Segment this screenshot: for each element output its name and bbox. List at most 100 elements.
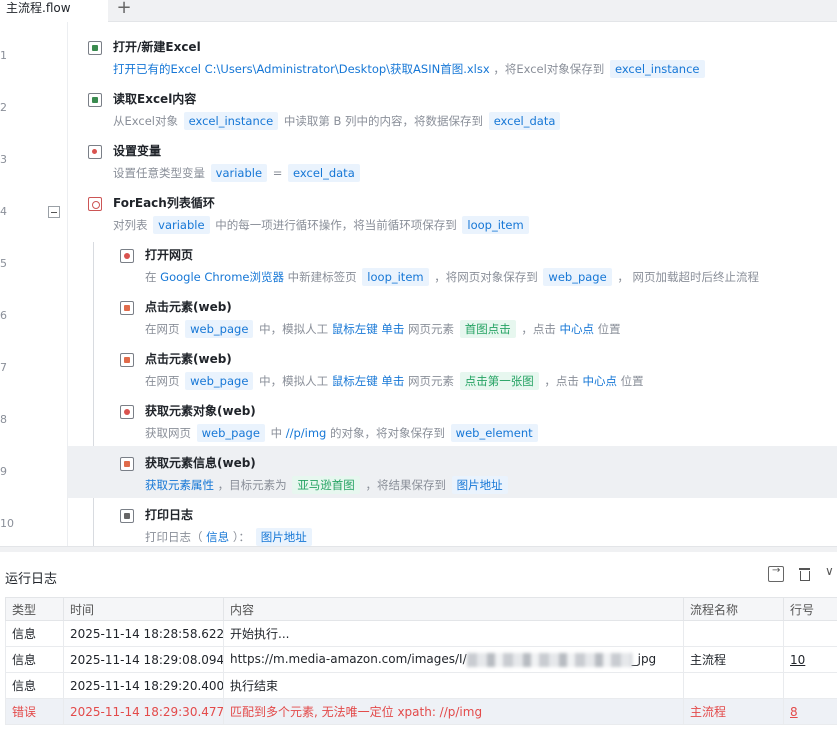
column-header[interactable]: 行号 bbox=[783, 597, 837, 621]
log-time: 2025-11-14 18:29:08.094 bbox=[63, 646, 224, 673]
log-header-row: 类型 时间 内容 流程名称 行号 bbox=[5, 597, 837, 621]
desc-text: ， bbox=[617, 270, 629, 284]
element-object-icon bbox=[120, 405, 134, 419]
log-type: 信息 bbox=[5, 672, 64, 699]
tab-bar: 主流程.flow + bbox=[0, 0, 837, 22]
line-number: 4 bbox=[0, 205, 7, 218]
variable-tag[interactable]: 图片地址 bbox=[451, 476, 508, 494]
desc-text: 单击 bbox=[381, 322, 405, 336]
log-flow bbox=[683, 620, 784, 647]
step-foreach-loop[interactable]: ForEach列表循环 对列表 variable 中的每一项进行循环操作，将当前… bbox=[68, 186, 837, 238]
element-tag[interactable]: 首图点击 bbox=[459, 320, 516, 338]
desc-text: 单击 bbox=[381, 374, 405, 388]
desc-text: 信息 bbox=[206, 530, 230, 544]
variable-tag[interactable]: web_page bbox=[185, 372, 254, 390]
step-get-element-object[interactable]: 获取元素对象(web) 获取网页 web_page 中 //p/img 的对象，… bbox=[68, 394, 837, 446]
variable-tag[interactable]: variable bbox=[153, 216, 210, 234]
line-number: 6 bbox=[0, 309, 7, 322]
desc-text: 鼠标左键 bbox=[331, 322, 378, 336]
variable-tag[interactable]: loop_item bbox=[362, 268, 429, 286]
desc-text: Google Chrome浏览器 bbox=[160, 270, 284, 284]
log-panel-title: 运行日志 bbox=[5, 572, 58, 587]
desc-text: 在 bbox=[145, 270, 157, 284]
chevron-down-icon[interactable]: ∨ bbox=[825, 564, 837, 580]
step-click-element-2[interactable]: 点击元素(web) 在网页 web_page 中，模拟人工 鼠标左键 单击 网页… bbox=[68, 342, 837, 394]
line-number: 10 bbox=[0, 517, 14, 530]
log-type: 信息 bbox=[5, 646, 64, 673]
variable-tag[interactable]: web_element bbox=[450, 424, 538, 442]
log-content: 执行结束 bbox=[223, 672, 684, 699]
step-open-excel[interactable]: 打开/新建Excel 打开已有的Excel C:\Users\Administr… bbox=[68, 30, 837, 82]
column-header[interactable]: 流程名称 bbox=[683, 597, 784, 621]
step-click-element-1[interactable]: 点击元素(web) 在网页 web_page 中，模拟人工 鼠标左键 单击 网页… bbox=[68, 290, 837, 342]
element-tag[interactable]: 亚马逊首图 bbox=[292, 476, 360, 494]
click-element-icon bbox=[120, 301, 134, 315]
log-line bbox=[783, 672, 837, 699]
variable-tag[interactable]: loop_item bbox=[462, 216, 529, 234]
run-log-panel: 运行日志 ∨ 类型 时间 内容 流程名称 行号 信息 2025-11-14 18… bbox=[0, 552, 837, 734]
log-content: 开始执行... bbox=[223, 620, 684, 647]
log-row[interactable]: 信息 2025-11-14 18:28:58.622 开始执行... bbox=[5, 620, 837, 647]
desc-text: 的对象，将对象保存到 bbox=[330, 426, 446, 440]
step-print-log[interactable]: 打印日志 打印日志（ 信息 ）： 图片地址 bbox=[68, 498, 837, 546]
step-description: 获取元素属性 ，目标元素为 亚马逊首图 ，将结果保存到 图片地址 bbox=[145, 476, 510, 494]
step-set-variable[interactable]: 设置变量 设置任意类型变量 variable = excel_data bbox=[68, 134, 837, 186]
column-header[interactable]: 内容 bbox=[223, 597, 684, 621]
export-icon[interactable] bbox=[768, 565, 784, 582]
log-line-link[interactable]: 10 bbox=[783, 646, 837, 673]
column-header[interactable]: 类型 bbox=[5, 597, 64, 621]
variable-tag[interactable]: web_page bbox=[185, 320, 254, 338]
log-flow: 主流程 bbox=[683, 698, 784, 725]
log-row[interactable]: 信息 2025-11-14 18:29:08.094 https://m.med… bbox=[5, 646, 837, 673]
desc-text: 在网页 bbox=[145, 322, 180, 336]
tab-main-flow[interactable]: 主流程.flow bbox=[0, 0, 108, 22]
line-number-gutter: 1 2 3 4 5 6 7 8 9 10 bbox=[0, 22, 68, 546]
desc-text: 鼠标左键 bbox=[331, 374, 378, 388]
log-type: 错误 bbox=[5, 698, 64, 725]
desc-text: 中，模拟人工 bbox=[259, 322, 329, 336]
log-row[interactable]: 信息 2025-11-14 18:29:20.400 执行结束 bbox=[5, 672, 837, 699]
variable-tag[interactable]: excel_data bbox=[488, 112, 561, 130]
collapse-toggle-icon[interactable] bbox=[48, 206, 60, 218]
column-header[interactable]: 时间 bbox=[63, 597, 224, 621]
step-title: 点击元素(web) bbox=[145, 300, 232, 314]
desc-text: 获取元素属性 bbox=[145, 478, 214, 492]
desc-text: 中心点 bbox=[582, 374, 618, 388]
variable-tag[interactable]: excel_data bbox=[288, 164, 360, 182]
add-tab-button[interactable]: + bbox=[114, 0, 134, 19]
desc-text: ，将网页对象保存到 bbox=[434, 270, 538, 284]
step-title: 打开/新建Excel bbox=[113, 40, 201, 54]
desc-text: 中的每一项进行循环操作，将当前循环项保存到 bbox=[215, 218, 457, 232]
excel-read-icon bbox=[88, 93, 102, 107]
desc-text: 在网页 bbox=[145, 374, 180, 388]
step-read-excel[interactable]: 读取Excel内容 从Excel对象 excel_instance 中读取第 B… bbox=[68, 82, 837, 134]
desc-text: 打印日志（ bbox=[145, 530, 203, 544]
log-line-link[interactable]: 8 bbox=[783, 698, 837, 725]
log-flow: 主流程 bbox=[683, 646, 784, 673]
variable-tag[interactable]: web_page bbox=[196, 424, 265, 442]
log-time: 2025-11-14 18:29:30.477 bbox=[63, 698, 224, 725]
step-description: 在网页 web_page 中，模拟人工 鼠标左键 单击 网页元素 点击第一张图 … bbox=[145, 372, 644, 390]
variable-tag[interactable]: excel_instance bbox=[183, 112, 279, 130]
desc-text: 从Excel对象 bbox=[113, 114, 178, 128]
desc-text: 中，模拟人工 bbox=[259, 374, 329, 388]
step-description: 对列表 variable 中的每一项进行循环操作，将当前循环项保存到 loop_… bbox=[113, 216, 531, 234]
variable-tag[interactable]: 图片地址 bbox=[255, 528, 312, 546]
line-number: 8 bbox=[0, 413, 7, 426]
log-line bbox=[783, 620, 837, 647]
step-get-element-info[interactable]: 获取元素信息(web) 获取元素属性 ，目标元素为 亚马逊首图 ，将结果保存到 … bbox=[68, 446, 837, 498]
variable-tag[interactable]: excel_instance bbox=[609, 60, 705, 78]
step-open-webpage[interactable]: 打开网页 在 Google Chrome浏览器 中新建标签页 loop_item… bbox=[68, 238, 837, 290]
element-tag[interactable]: 点击第一张图 bbox=[459, 372, 539, 390]
log-row-error[interactable]: 错误 2025-11-14 18:29:30.477 匹配到多个元素, 无法唯一… bbox=[5, 698, 837, 725]
desc-text: 中 bbox=[270, 426, 283, 440]
step-title: 打印日志 bbox=[145, 508, 194, 522]
variable-icon bbox=[88, 145, 102, 159]
step-description: 在 Google Chrome浏览器 中新建标签页 loop_item ，将网页… bbox=[145, 268, 759, 286]
variable-tag[interactable]: variable bbox=[210, 164, 268, 182]
trash-icon[interactable] bbox=[797, 566, 813, 582]
desc-text: ，目标元素为 bbox=[217, 478, 287, 492]
variable-tag[interactable]: web_page bbox=[543, 268, 612, 286]
step-description: 在网页 web_page 中，模拟人工 鼠标左键 单击 网页元素 首图点击 ，点… bbox=[145, 320, 621, 338]
element-info-icon bbox=[120, 457, 134, 471]
